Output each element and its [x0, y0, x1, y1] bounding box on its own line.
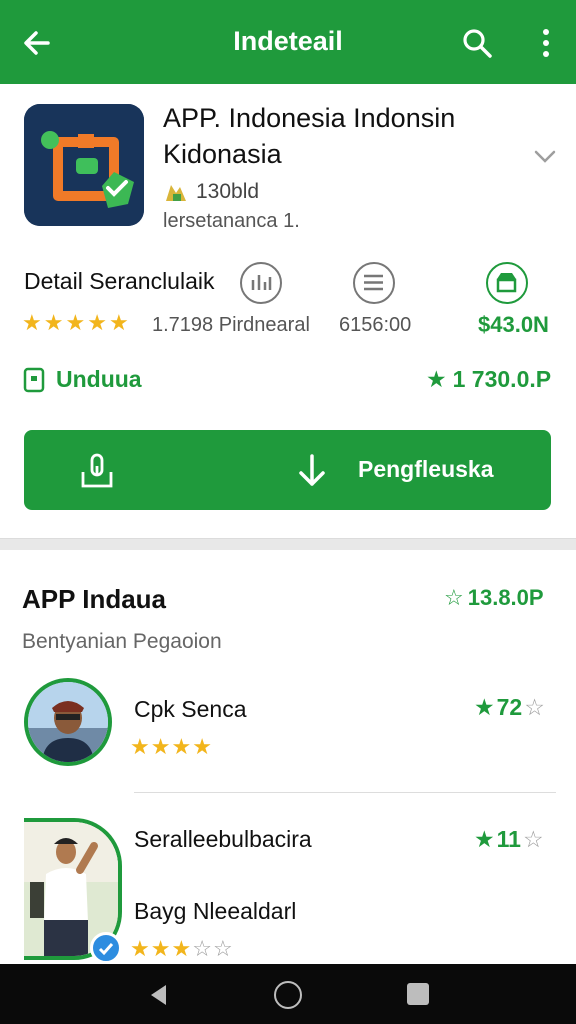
- developer-name[interactable]: lersetananca 1.: [163, 210, 300, 233]
- reviews-count: 1.7198 Pirdnearal: [152, 314, 310, 336]
- app-icon: [24, 104, 144, 226]
- review-rating-value: 72: [496, 694, 523, 720]
- overall-rating: ★ 1 730.0.P: [426, 366, 551, 393]
- section-rating-value: 13.8.0P: [467, 585, 544, 610]
- star-half-icon: ★: [108, 310, 129, 335]
- chevron-down-icon[interactable]: [532, 144, 558, 170]
- section-subtitle: Bentyanian Pegaoion: [22, 630, 222, 653]
- star-icon: ★: [87, 310, 107, 335]
- shop-icon[interactable]: [486, 262, 528, 304]
- downloads-count: 130bld: [196, 180, 260, 203]
- star-icon: ★: [130, 734, 150, 759]
- bar-chart-icon[interactable]: [240, 262, 282, 304]
- star-icon: ★: [43, 310, 64, 335]
- star-icon: ★: [474, 826, 495, 852]
- star-outline-icon[interactable]: ☆: [524, 694, 545, 721]
- star-outline-icon: ☆: [444, 585, 464, 610]
- rating-stars: ★ ★ ★ ★ ★: [22, 312, 129, 334]
- reviewer-name: Seralleebulbacira: [134, 826, 312, 852]
- app-name: APP. Indonesia Indonsin Kidonasia: [163, 103, 456, 169]
- star-icon: ★: [65, 310, 86, 335]
- star-icon: ★: [130, 936, 150, 961]
- nav-back-icon[interactable]: [146, 982, 172, 1008]
- price: $43.0N: [478, 312, 549, 337]
- install-button-label: Pengfleuska: [358, 456, 494, 482]
- list-icon[interactable]: [353, 262, 395, 304]
- reviewer-name: Cpk Senca: [134, 696, 247, 722]
- reviewer-subname: Bayg Nleealdarl: [134, 898, 297, 924]
- unduh-row[interactable]: Unduua: [22, 366, 142, 393]
- nav-home-icon[interactable]: [274, 981, 302, 1009]
- star-icon: ★: [22, 310, 42, 335]
- review-rating: ★ 11 ☆: [474, 826, 544, 853]
- upload-icon: [81, 453, 113, 488]
- avatar[interactable]: [24, 678, 112, 766]
- unduh-label: Unduua: [56, 366, 142, 392]
- star-icon: ★: [150, 734, 171, 759]
- star-outline-icon: ☆: [212, 936, 233, 961]
- review-stars: ★ ★ ★ ☆ ☆: [130, 938, 233, 960]
- details-title: Detail Seranclulaik: [24, 268, 215, 294]
- system-nav-bar: [0, 964, 576, 1024]
- more-vertical-icon[interactable]: [532, 26, 560, 60]
- review-rating: ★ 72 ☆: [474, 694, 545, 721]
- download-arrow-icon: [299, 454, 325, 486]
- review-stars: ★ ★ ★ ★: [130, 736, 212, 758]
- downloads-row: 130bld: [164, 180, 259, 204]
- star-outline-icon[interactable]: ☆: [523, 826, 544, 853]
- review-rating-value: 11: [496, 826, 521, 852]
- badge-icon: [166, 185, 186, 201]
- phone-icon: [23, 367, 45, 392]
- section-divider: [0, 538, 576, 550]
- star-icon: ★: [150, 936, 171, 961]
- star-icon: ★: [474, 694, 495, 720]
- row-divider: [134, 792, 556, 793]
- star-half-icon: ★: [192, 734, 212, 759]
- star-icon: ★: [426, 366, 447, 392]
- section-title: APP Indaua: [22, 584, 167, 614]
- overall-rating-value: 1 730.0.P: [452, 366, 552, 392]
- nav-recent-icon[interactable]: [407, 983, 429, 1005]
- app-bar: Indeteail: [0, 0, 576, 84]
- star-icon: ★: [171, 734, 192, 759]
- star-half-icon: ★: [171, 936, 192, 961]
- section-rating: ☆ 13.8.0P: [444, 585, 544, 611]
- search-icon[interactable]: [460, 26, 494, 60]
- verified-badge-icon: [90, 932, 122, 964]
- app-size: 6156:00: [339, 314, 412, 336]
- star-outline-icon: ☆: [192, 936, 212, 961]
- install-button[interactable]: Pengfleuska: [24, 430, 551, 510]
